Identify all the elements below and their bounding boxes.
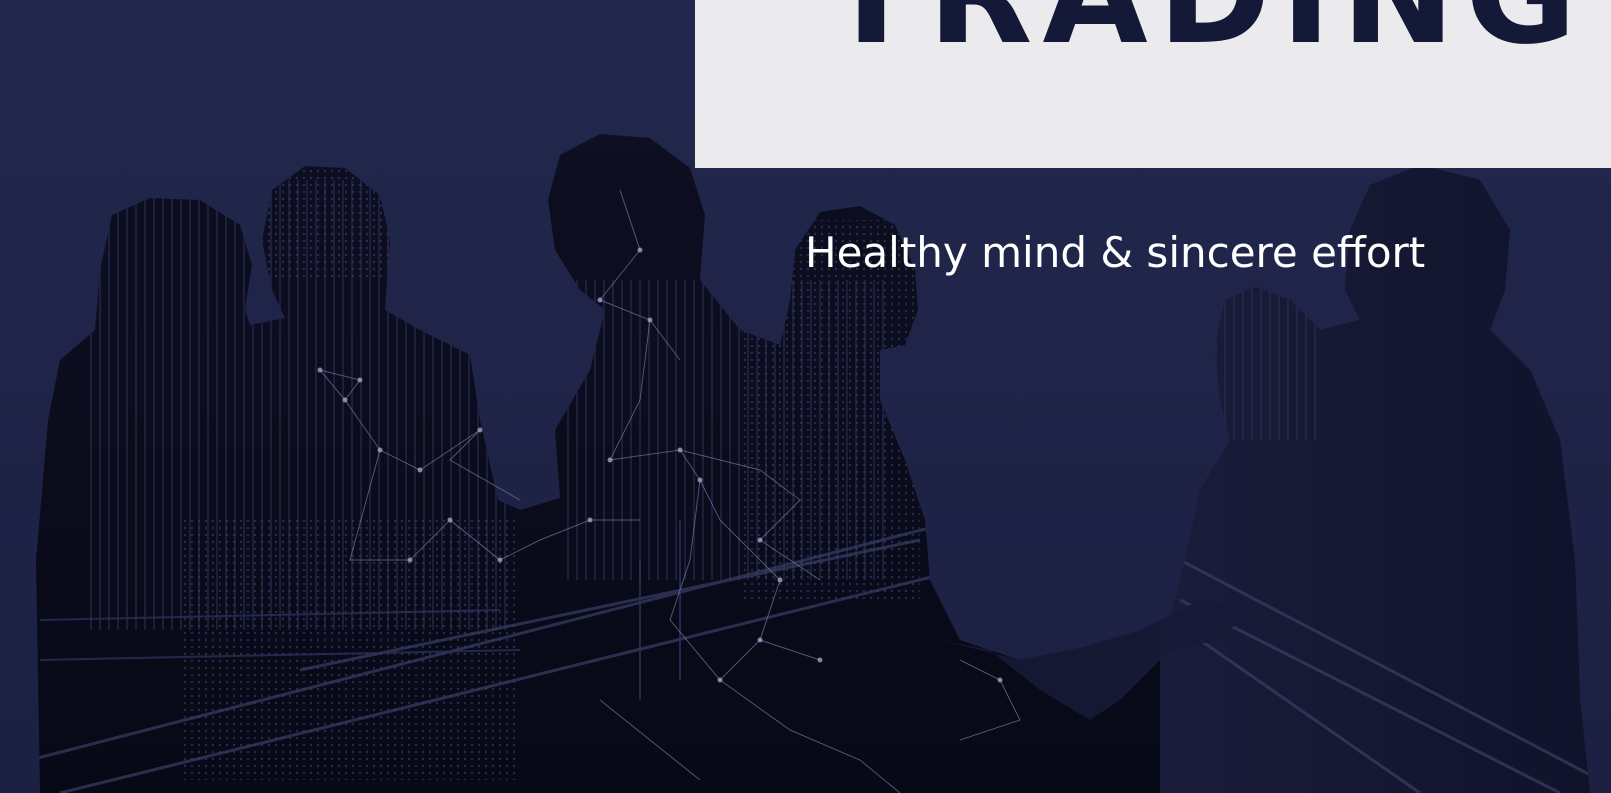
- title-panel: TRADING: [695, 0, 1611, 168]
- hero-banner: TRADING Healthy mind & sincere effort: [0, 0, 1611, 793]
- hero-title: TRADING: [825, 0, 1587, 64]
- hero-subtitle: Healthy mind & sincere effort: [805, 228, 1426, 277]
